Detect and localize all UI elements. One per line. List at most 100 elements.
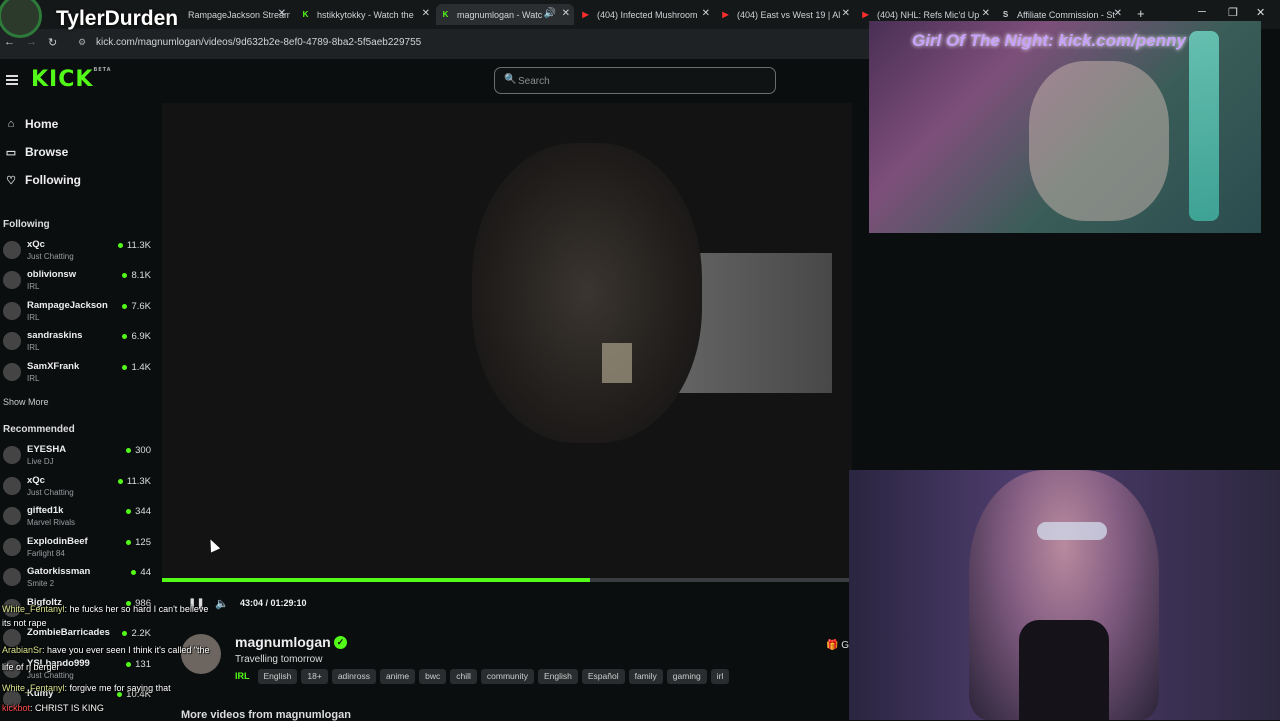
close-window-icon[interactable]: ✕ xyxy=(1256,6,1265,19)
tag[interactable]: chill xyxy=(450,669,477,684)
viewer-count: 11.3K xyxy=(118,476,151,487)
channel-item[interactable]: xQc Just Chatting 11.3K xyxy=(3,237,155,265)
avatar xyxy=(3,507,21,525)
site-info-icon[interactable]: ⚙ xyxy=(78,37,86,48)
avatar xyxy=(3,568,21,586)
speaker-icon[interactable]: 🔊 xyxy=(544,8,556,19)
channel-item[interactable]: oblivionsw IRL 8.1K xyxy=(3,267,155,295)
minimize-icon[interactable]: ─ xyxy=(1198,6,1206,18)
streamer-name: TylerDurden xyxy=(56,7,179,30)
close-icon[interactable]: ✕ xyxy=(702,8,710,19)
youtube-favicon-icon: ▶ xyxy=(722,10,729,19)
browser-tab-active[interactable]: K magnumlogan - Watc 🔊 ✕ xyxy=(436,4,574,25)
playback-time: 43:04 / 01:29:10 xyxy=(240,598,307,608)
tag[interactable]: English xyxy=(257,669,298,684)
heart-icon: ♡ xyxy=(6,174,16,187)
avatar xyxy=(3,363,21,381)
site-header: KICKBETA 🔍 Search xyxy=(0,59,870,103)
overlay-webcam-top: Girl Of The Night: kick.com/penny xyxy=(869,21,1261,233)
chat-message: its not rape xyxy=(2,618,47,628)
following-section-title: Following xyxy=(3,219,50,230)
channel-item[interactable]: ExplodinBeef Farlight 84 125 xyxy=(3,534,155,562)
channel-item[interactable]: xQc Just Chatting 11.3K xyxy=(3,473,155,501)
tag-list: IRL English 18+ adinross anime bwc chill… xyxy=(235,669,730,684)
close-icon[interactable]: ✕ xyxy=(422,8,430,19)
video-subject xyxy=(472,143,702,443)
tag[interactable]: family xyxy=(628,669,663,684)
new-tab-button[interactable]: + xyxy=(1137,6,1145,21)
browse-icon: ▭ xyxy=(5,146,17,159)
avatar xyxy=(3,446,21,464)
menu-icon[interactable] xyxy=(6,75,18,85)
beta-badge: BETA xyxy=(93,67,112,73)
kick-favicon-icon: K xyxy=(442,10,449,19)
avatar xyxy=(3,538,21,556)
volume-icon[interactable]: 🔈 xyxy=(215,597,229,610)
chat-message: White_Fentanyl: forgive me for saying th… xyxy=(2,683,171,693)
category-link[interactable]: IRL xyxy=(235,669,250,684)
sidebar-item-following[interactable]: ♡ Following xyxy=(4,173,81,187)
browser-tab[interactable]: K hstikkytokky - Watch the ✕ xyxy=(296,4,434,25)
kick-favicon-icon: K xyxy=(302,10,309,19)
tag[interactable]: Español xyxy=(581,669,625,684)
chat-message: ArabianSr: have you ever seen I think it… xyxy=(2,645,210,655)
chat-message: White_Fentanyl: he fucks her so hard I c… xyxy=(2,604,209,614)
avatar xyxy=(3,332,21,350)
close-icon[interactable]: ✕ xyxy=(982,8,990,19)
overlay-neon-light xyxy=(1189,31,1219,221)
tag[interactable]: 18+ xyxy=(301,669,328,684)
sunglasses xyxy=(1037,522,1107,540)
more-videos-heading: More videos from magnumlogan xyxy=(181,709,351,721)
gift-button[interactable]: 🎁 G xyxy=(826,640,849,651)
channel-item[interactable]: Gatorkissman Smite 2 44 xyxy=(3,564,155,592)
recommended-section-title: Recommended xyxy=(3,424,75,435)
viewer-count: 2.2K xyxy=(122,628,151,639)
show-more-link[interactable]: Show More xyxy=(3,397,49,407)
tag[interactable]: English xyxy=(537,669,578,684)
browser-tab[interactable]: ▶ (404) East vs West 19 | Al ✕ xyxy=(716,4,854,25)
tag[interactable]: irl xyxy=(710,669,730,684)
kick-logo[interactable]: KICKBETA xyxy=(31,67,112,92)
viewer-count: 300 xyxy=(126,445,151,456)
sidebar-item-browse[interactable]: ▭ Browse xyxy=(4,145,69,159)
viewer-count: 44 xyxy=(131,567,151,578)
viewer-count: 131 xyxy=(126,659,151,670)
search-input[interactable]: 🔍 Search xyxy=(494,67,776,94)
overlay-figure xyxy=(1029,61,1169,221)
sidebar-item-home[interactable]: ⌂ Home xyxy=(4,117,59,131)
close-icon[interactable]: ✕ xyxy=(1114,8,1122,19)
tag[interactable]: bwc xyxy=(419,669,447,684)
close-icon[interactable]: ✕ xyxy=(562,8,570,19)
channel-name[interactable]: magnumlogan xyxy=(235,634,331,650)
tag[interactable]: anime xyxy=(379,669,416,684)
channel-item[interactable]: gifted1k Marvel Rivals 344 xyxy=(3,503,155,531)
viewer-count: 7.6K xyxy=(122,301,151,312)
tag[interactable]: adinross xyxy=(331,669,376,684)
chat-message: life of rj berger" xyxy=(2,662,63,672)
streamer-avatar xyxy=(0,0,42,38)
tag[interactable]: gaming xyxy=(666,669,707,684)
channel-item[interactable]: EYESHA Live DJ 300 xyxy=(3,442,155,470)
youtube-favicon-icon: ▶ xyxy=(582,10,589,19)
url-field[interactable]: kick.com/magnumlogan/videos/9d632b2e-8ef… xyxy=(96,37,421,48)
close-icon[interactable]: ✕ xyxy=(842,8,850,19)
close-icon[interactable]: ✕ xyxy=(278,8,286,19)
home-icon: ⌂ xyxy=(7,118,15,130)
gift-icon: 🎁 xyxy=(826,640,839,651)
search-icon: 🔍 xyxy=(504,74,517,85)
maximize-icon[interactable]: ❐ xyxy=(1228,6,1238,19)
tag[interactable]: community xyxy=(480,669,534,684)
browser-tab[interactable]: ▶ (404) Infected Mushroom ✕ xyxy=(576,4,714,25)
viewer-count: 344 xyxy=(126,506,151,517)
dollar-favicon-icon: S xyxy=(1002,10,1009,19)
avatar xyxy=(3,271,21,289)
channel-item[interactable]: SamXFrank IRL 1.4K xyxy=(3,359,155,387)
channel-item[interactable]: RampageJackson IRL 7.6K xyxy=(3,298,155,326)
player-controls: ❚❚ 🔈 43:04 / 01:29:10 xyxy=(162,582,852,622)
chat-message: kickbot: CHRIST IS KING xyxy=(2,703,104,713)
viewer-count: 1.4K xyxy=(122,362,151,373)
viewer-count: 8.1K xyxy=(122,270,151,281)
channel-item[interactable]: sandraskins IRL 6.9K xyxy=(3,328,155,356)
overlay-webcam-streamer xyxy=(849,470,1280,720)
video-player[interactable] xyxy=(162,103,852,578)
